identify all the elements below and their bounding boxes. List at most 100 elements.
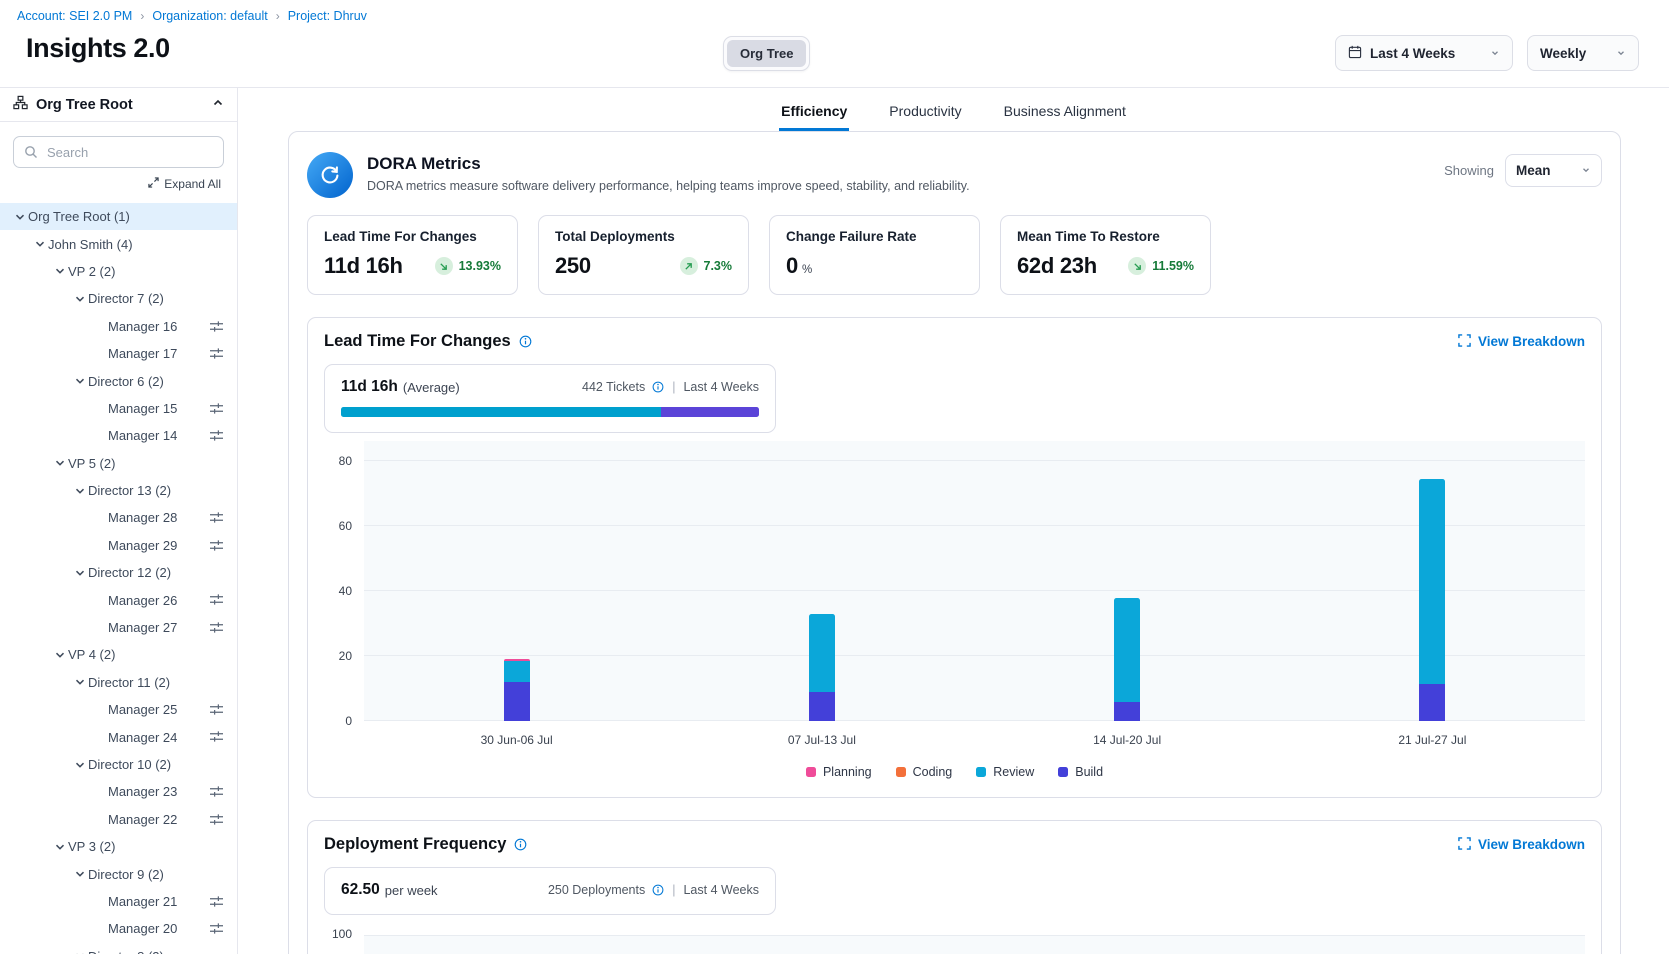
filter-icon[interactable]: [209, 320, 224, 336]
legend-item-build[interactable]: Build: [1058, 765, 1103, 779]
tab-productivity[interactable]: Productivity: [887, 103, 963, 131]
lead-time-title: Lead Time For Changes: [324, 332, 511, 351]
granularity-select[interactable]: Weekly: [1527, 35, 1639, 71]
tree-item[interactable]: VP 3 (2): [0, 833, 237, 860]
tree-item[interactable]: Manager 24: [0, 723, 237, 750]
tree-item[interactable]: Manager 25: [0, 696, 237, 723]
org-tree-sidebar: Org Tree Root Expand All Org Tree Root (…: [0, 88, 238, 954]
info-icon[interactable]: [652, 884, 664, 896]
chevron-down-icon[interactable]: [52, 841, 68, 853]
tree-item[interactable]: Manager 29: [0, 532, 237, 559]
filter-icon[interactable]: [209, 539, 224, 555]
tree-item[interactable]: Manager 28: [0, 504, 237, 531]
chevron-down-icon[interactable]: [72, 950, 88, 954]
tree-item-label: Director 9 (2): [88, 867, 164, 882]
legend-item-coding[interactable]: Coding: [896, 765, 953, 779]
tree-item[interactable]: Director 7 (2): [0, 285, 237, 312]
chevron-down-icon[interactable]: [32, 238, 48, 250]
legend-item-review[interactable]: Review: [976, 765, 1034, 779]
bar-segment-review: [809, 614, 835, 692]
tree-item-label: Manager 16: [108, 319, 177, 334]
chevron-down-icon[interactable]: [72, 485, 88, 497]
period-label: Last 4 Weeks: [683, 883, 759, 897]
info-icon[interactable]: [514, 838, 527, 851]
tree-item[interactable]: Manager 23: [0, 778, 237, 805]
chevron-down-icon[interactable]: [72, 759, 88, 771]
dora-cycle-icon: [307, 152, 353, 198]
metric-value: 62d 23h: [1017, 253, 1097, 279]
breadcrumb-link[interactable]: Project: Dhruv: [288, 9, 367, 23]
dora-title: DORA Metrics: [367, 152, 970, 174]
expand-all-button[interactable]: Expand All: [0, 168, 237, 201]
filter-icon[interactable]: [209, 813, 224, 829]
chevron-down-icon[interactable]: [72, 676, 88, 688]
info-icon[interactable]: [519, 335, 532, 348]
tab-efficiency[interactable]: Efficiency: [779, 103, 849, 131]
filter-icon[interactable]: [209, 730, 224, 746]
tree-item[interactable]: Director 6 (2): [0, 367, 237, 394]
tree-item[interactable]: Manager 17: [0, 340, 237, 367]
filter-icon[interactable]: [209, 922, 224, 938]
tree-item[interactable]: VP 2 (2): [0, 258, 237, 285]
tree-item[interactable]: Director 9 (2): [0, 860, 237, 887]
tree-item[interactable]: Director 10 (2): [0, 751, 237, 778]
stacked-bar: [809, 614, 835, 721]
filter-icon[interactable]: [209, 511, 224, 527]
view-breakdown-button[interactable]: View Breakdown: [1458, 837, 1585, 853]
collapse-chevron-up-icon[interactable]: [212, 96, 224, 114]
filter-icon[interactable]: [209, 402, 224, 418]
chevron-down-icon[interactable]: [72, 375, 88, 387]
chevron-down-icon[interactable]: [52, 265, 68, 277]
tree-item[interactable]: Manager 26: [0, 586, 237, 613]
tree-item[interactable]: Manager 21: [0, 888, 237, 915]
search-input[interactable]: [13, 136, 224, 168]
chevron-down-icon: [1616, 46, 1626, 61]
filter-icon[interactable]: [209, 785, 224, 801]
metric-label: Total Deployments: [555, 229, 732, 244]
filter-icon[interactable]: [209, 895, 224, 911]
tree-item[interactable]: Org Tree Root (1): [0, 203, 237, 230]
tree-item[interactable]: Manager 22: [0, 806, 237, 833]
filter-icon[interactable]: [209, 429, 224, 445]
dora-metrics-header: DORA Metrics DORA metrics measure softwa…: [303, 146, 1606, 198]
breadcrumb-link[interactable]: Account: SEI 2.0 PM: [17, 9, 132, 23]
chevron-down-icon[interactable]: [52, 457, 68, 469]
filter-icon[interactable]: [209, 703, 224, 719]
tree-item[interactable]: Manager 16: [0, 313, 237, 340]
chevron-down-icon[interactable]: [12, 211, 28, 223]
metric-value-row: 11d 16h13.93%: [324, 253, 501, 279]
legend-item-planning[interactable]: Planning: [806, 765, 872, 779]
tree-item[interactable]: John Smith (4): [0, 230, 237, 257]
metric-card: Lead Time For Changes11d 16h13.93%: [307, 215, 518, 295]
separator: |: [672, 380, 675, 394]
filter-icon[interactable]: [209, 621, 224, 637]
tree-item[interactable]: VP 4 (2): [0, 641, 237, 668]
stacked-bar: [1114, 598, 1140, 722]
chevron-down-icon[interactable]: [72, 293, 88, 305]
tree-item[interactable]: Director 11 (2): [0, 669, 237, 696]
tree-item[interactable]: Director 12 (2): [0, 559, 237, 586]
metric-delta: 7.3%: [680, 257, 733, 275]
metric-delta: 13.93%: [435, 257, 501, 275]
chevron-down-icon[interactable]: [72, 567, 88, 579]
x-axis-tick: 30 Jun-06 Jul: [364, 733, 669, 747]
metric-card: Change Failure Rate0%: [769, 215, 980, 295]
filter-icon[interactable]: [209, 593, 224, 609]
chevron-down-icon[interactable]: [52, 649, 68, 661]
tree-item[interactable]: Manager 15: [0, 395, 237, 422]
chevron-down-icon[interactable]: [72, 868, 88, 880]
tree-item[interactable]: Manager 20: [0, 915, 237, 942]
breadcrumb-link[interactable]: Organization: default: [152, 9, 267, 23]
org-tree-toggle-button[interactable]: Org Tree: [727, 40, 806, 67]
showing-select[interactable]: Mean: [1505, 154, 1602, 187]
tree-item[interactable]: Manager 27: [0, 614, 237, 641]
tab-business-alignment[interactable]: Business Alignment: [1002, 103, 1128, 131]
tree-item[interactable]: Director 8 (2): [0, 943, 237, 954]
tree-item[interactable]: Director 13 (2): [0, 477, 237, 504]
filter-icon[interactable]: [209, 347, 224, 363]
info-icon[interactable]: [652, 381, 664, 393]
tree-item[interactable]: Manager 14: [0, 422, 237, 449]
view-breakdown-button[interactable]: View Breakdown: [1458, 334, 1585, 350]
tree-item[interactable]: VP 5 (2): [0, 450, 237, 477]
date-range-select[interactable]: Last 4 Weeks: [1335, 35, 1513, 71]
